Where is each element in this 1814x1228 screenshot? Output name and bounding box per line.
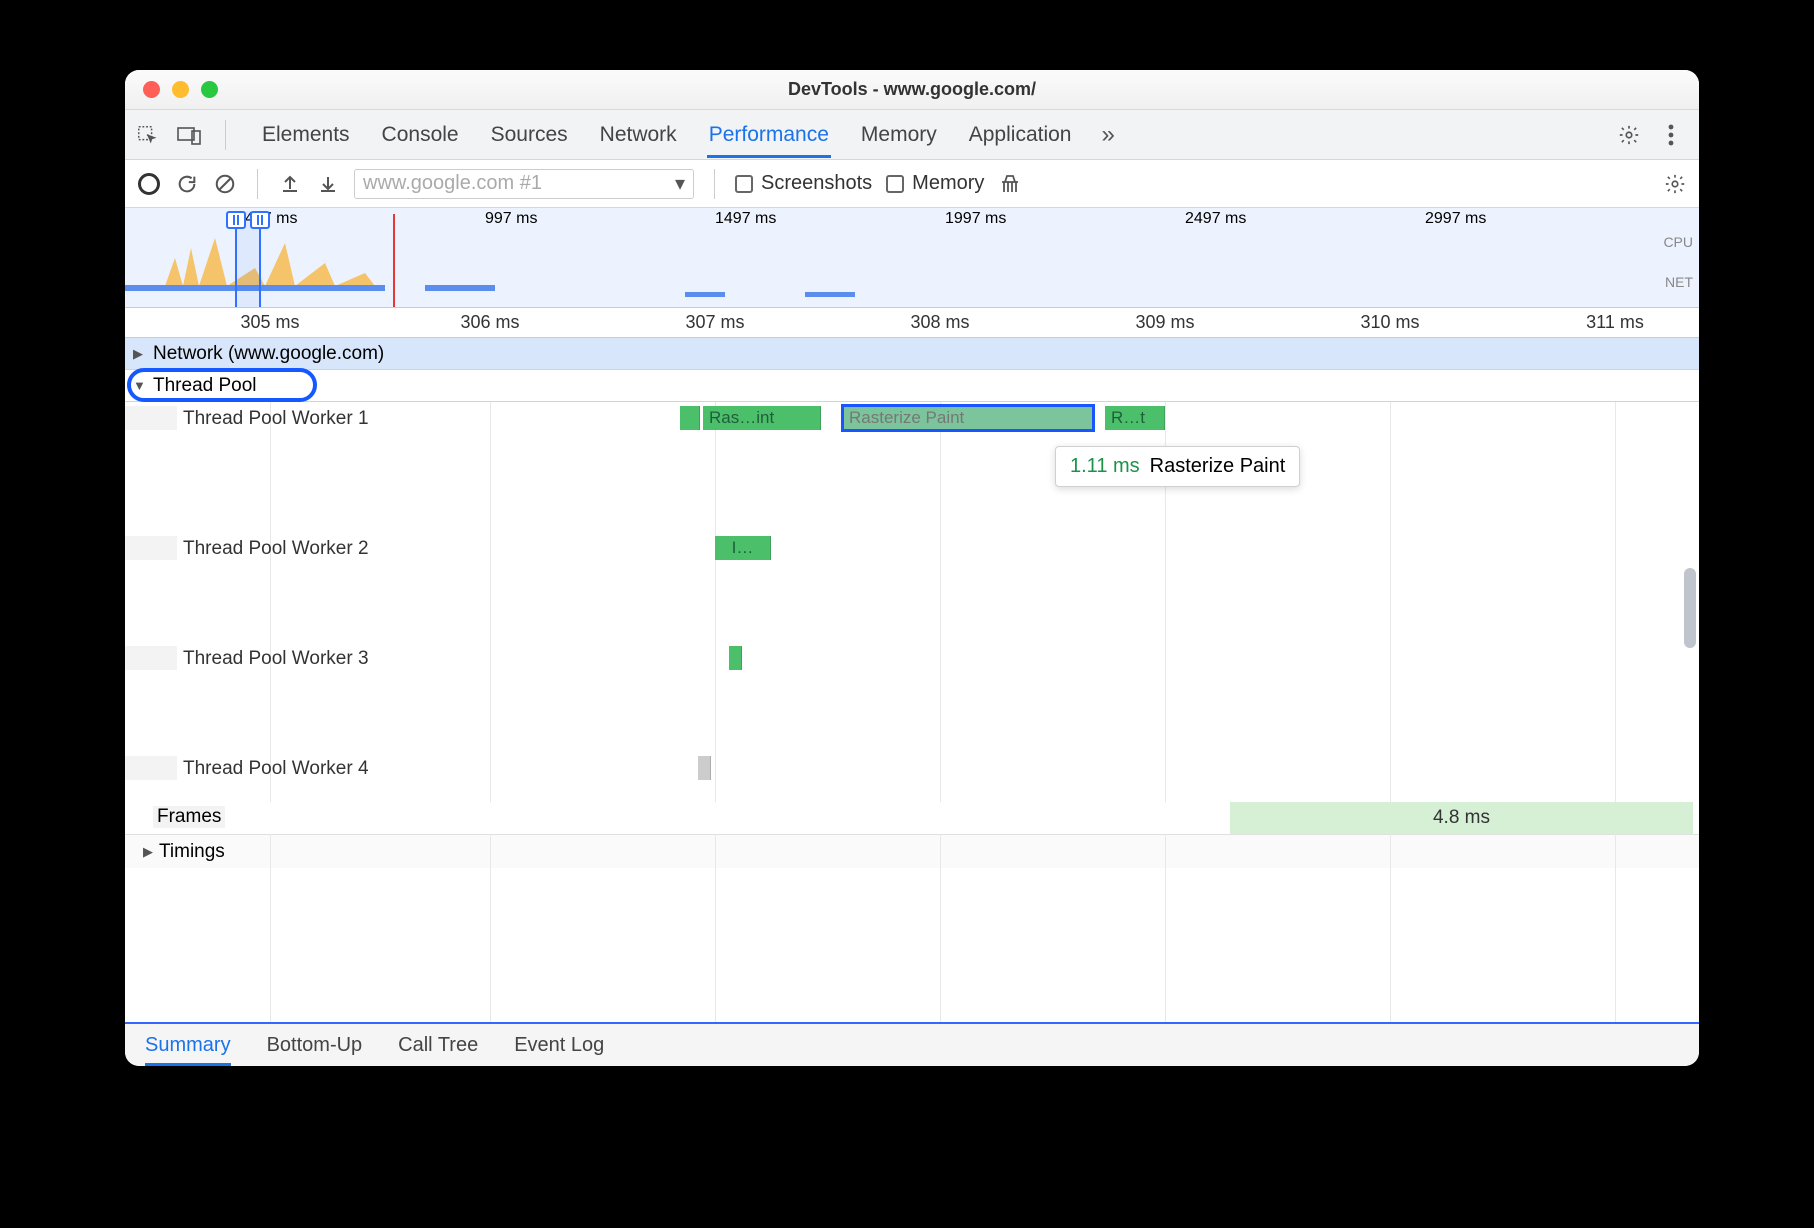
reload-record-button[interactable] [175,172,199,196]
thread-label: Thread Pool Worker 2 [183,538,369,560]
flame-chart[interactable]: ▶ Network (www.google.com) ▼ Thread Pool… [125,338,1699,1022]
group-network[interactable]: ▶ Network (www.google.com) [125,338,1699,370]
screenshots-checkbox[interactable]: Screenshots [735,172,872,195]
profile-select[interactable]: www.google.com #1 ▾ [354,169,694,199]
tab-elements[interactable]: Elements [260,115,352,155]
load-profile-icon[interactable] [278,172,302,196]
thread-row: Thread Pool Worker 2 I… [125,532,1699,642]
frame-bar[interactable]: 4.8 ms [1230,802,1693,834]
thread-label: Thread Pool Worker 3 [183,648,369,670]
selection-handle-right[interactable] [250,211,270,229]
overview-tick: 2497 ms [1185,210,1246,228]
tab-bottom-up[interactable]: Bottom-Up [267,1028,363,1063]
device-toggle-icon[interactable] [177,123,201,147]
selection-handle-left[interactable] [226,211,246,229]
group-threadpool[interactable]: ▼ Thread Pool [125,370,1699,402]
more-tabs-icon[interactable]: » [1101,121,1114,149]
timings-label: Timings [159,841,225,863]
group-threadpool-label: Thread Pool [153,375,257,397]
flame-ruler[interactable]: 305 ms 306 ms 307 ms 308 ms 309 ms 310 m… [125,308,1699,338]
panel-tabs: Elements Console Sources Network Perform… [260,115,1115,155]
tab-summary[interactable]: Summary [145,1028,231,1066]
tab-console[interactable]: Console [380,115,461,155]
thread-row: Thread Pool Worker 3 [125,642,1699,752]
perf-toolbar: www.google.com #1 ▾ Screenshots Memory [125,160,1699,208]
tooltip-name: Rasterize Paint [1150,455,1286,478]
overview-tick: 1497 ms [715,210,776,228]
record-button[interactable] [137,172,161,196]
overview-timeline[interactable]: 497 ms 997 ms 1497 ms 1997 ms 2497 ms 29… [125,208,1699,308]
ruler-tick: 307 ms [685,312,744,333]
tooltip-duration: 1.11 ms [1070,455,1140,478]
kebab-menu-icon[interactable] [1659,123,1683,147]
tab-call-tree[interactable]: Call Tree [398,1028,478,1063]
tab-sources[interactable]: Sources [489,115,570,155]
tab-application[interactable]: Application [967,115,1074,155]
profile-label: www.google.com #1 [363,172,542,195]
frames-label: Frames [153,806,225,828]
flame-bar[interactable] [729,646,742,670]
close-button[interactable] [143,81,160,98]
overview-net-label: NET [1665,274,1693,290]
ruler-tick: 309 ms [1135,312,1194,333]
ruler-tick: 310 ms [1360,312,1419,333]
inspect-icon[interactable] [135,123,159,147]
window-controls [125,81,218,98]
overview-marker [393,214,395,307]
thread-label: Thread Pool Worker 1 [183,408,369,430]
flame-bar[interactable]: Ras…int [703,406,821,430]
ruler-tick: 305 ms [240,312,299,333]
settings-icon[interactable] [1617,123,1641,147]
flame-bar[interactable]: R…t [1105,406,1165,430]
frames-row[interactable]: Frames 4.8 ms [125,802,1699,834]
flame-bar-selected[interactable]: Rasterize Paint [843,406,1093,430]
window-title: DevTools - www.google.com/ [125,79,1699,100]
panel-tabbar: Elements Console Sources Network Perform… [125,110,1699,160]
flame-tooltip: 1.11 ms Rasterize Paint [1055,446,1300,487]
tab-memory[interactable]: Memory [859,115,939,155]
thread-row: Thread Pool Worker 4 [125,752,1699,802]
memory-checkbox[interactable]: Memory [886,172,984,195]
zoom-button[interactable] [201,81,218,98]
collect-garbage-icon[interactable] [998,172,1022,196]
titlebar: DevTools - www.google.com/ [125,70,1699,110]
caret-right-icon: ▶ [143,844,153,860]
chevron-down-icon: ▾ [675,171,685,196]
tab-performance[interactable]: Performance [707,115,831,158]
tab-event-log[interactable]: Event Log [514,1028,604,1063]
caret-down-icon: ▼ [133,378,146,393]
capture-settings-icon[interactable] [1663,172,1687,196]
overview-tick: 2997 ms [1425,210,1486,228]
caret-right-icon: ▶ [133,346,143,362]
clear-button[interactable] [213,172,237,196]
ruler-tick: 311 ms [1586,312,1644,333]
overview-tick: 997 ms [485,210,537,228]
overview-cpu-label: CPU [1663,234,1693,250]
flame-bar[interactable] [680,406,700,430]
flame-bar[interactable]: I… [715,536,771,560]
ruler-tick: 306 ms [460,312,519,333]
thread-label: Thread Pool Worker 4 [183,758,369,780]
save-profile-icon[interactable] [316,172,340,196]
group-network-label: Network (www.google.com) [153,343,384,365]
overview-tick: 1997 ms [945,210,1006,228]
thread-row: Thread Pool Worker 1 Ras…int Rasterize P… [125,402,1699,532]
tab-network[interactable]: Network [598,115,679,155]
ruler-tick: 308 ms [910,312,969,333]
flame-bar[interactable] [698,756,711,780]
group-timings[interactable]: ▶ Timings [125,834,1699,868]
devtools-window: DevTools - www.google.com/ Elements Cons… [125,70,1699,1066]
details-tabbar: Summary Bottom-Up Call Tree Event Log [125,1022,1699,1066]
overview-selection[interactable] [235,211,261,307]
vertical-scrollbar[interactable] [1684,568,1696,648]
minimize-button[interactable] [172,81,189,98]
